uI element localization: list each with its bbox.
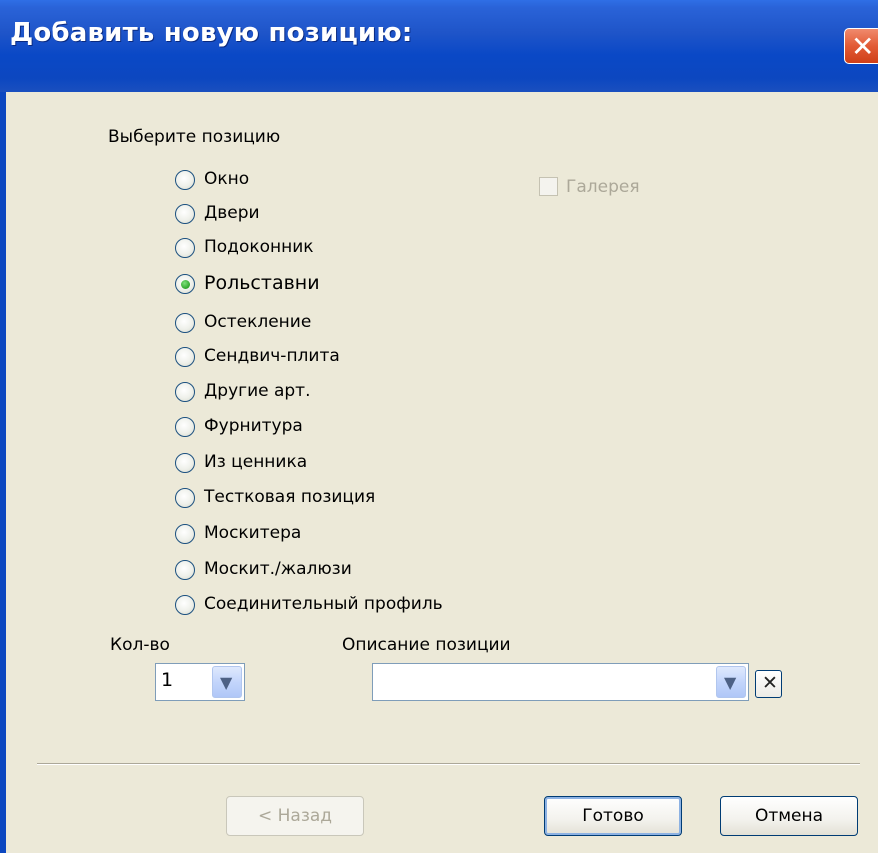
radio-button[interactable] <box>175 382 195 402</box>
radio-button[interactable] <box>175 524 195 544</box>
dialog-title: Добавить новую позицию: <box>10 18 413 48</box>
radio-button[interactable] <box>175 560 195 580</box>
clear-icon: ✕ <box>762 672 778 694</box>
radio-button[interactable] <box>175 595 195 615</box>
radio-label: Остекление <box>204 312 312 332</box>
cancel-button[interactable]: Отмена <box>720 796 858 836</box>
radio-button[interactable] <box>175 170 195 190</box>
window-border <box>0 92 6 853</box>
title-bar[interactable]: Добавить новую позицию: ✕ <box>0 0 878 92</box>
radio-label: Другие арт. <box>204 381 311 401</box>
radio-button[interactable] <box>175 488 195 508</box>
section-label: Выберите позицию <box>108 127 281 147</box>
quantity-value: 1 <box>161 669 174 691</box>
quantity-label: Кол-во <box>110 635 170 655</box>
quantity-dropdown-button[interactable]: ▼ <box>212 666 242 698</box>
back-button[interactable]: < Назад <box>226 796 364 836</box>
radio-label: Москит./жалюзи <box>204 559 352 579</box>
radio-label: Тестковая позиция <box>204 487 376 507</box>
radio-button[interactable] <box>175 417 195 437</box>
radio-label: Москитера <box>204 523 302 543</box>
radio-label: Сендвич-плита <box>204 346 340 366</box>
radio-label: Фурнитура <box>204 416 303 436</box>
clear-description-button[interactable]: ✕ <box>755 670 782 698</box>
radio-label: Подоконник <box>204 237 314 257</box>
radio-button[interactable] <box>175 347 195 367</box>
radio-button[interactable] <box>175 204 195 224</box>
close-icon: ✕ <box>851 30 875 63</box>
done-button[interactable]: Готово <box>544 796 682 836</box>
radio-label: Из ценника <box>204 452 308 472</box>
description-dropdown-button[interactable]: ▼ <box>716 666 746 698</box>
radio-button-selected[interactable] <box>175 274 195 294</box>
gallery-checkbox-label: Галерея <box>566 177 640 197</box>
radio-button[interactable] <box>175 453 195 473</box>
radio-label: Рольставни <box>204 272 320 294</box>
quantity-combobox[interactable]: 1 ▼ <box>155 663 245 701</box>
radio-button[interactable] <box>175 238 195 258</box>
separator-line <box>37 763 860 765</box>
gallery-checkbox[interactable] <box>539 177 558 196</box>
close-button[interactable]: ✕ <box>844 28 878 64</box>
chevron-down-icon: ▼ <box>220 673 233 692</box>
radio-label: Соединительный профиль <box>204 594 443 614</box>
dialog-window: Добавить новую позицию: ✕ Выберите позиц… <box>0 0 878 853</box>
radio-selected-dot <box>181 280 190 289</box>
description-label: Описание позиции <box>342 635 511 655</box>
chevron-down-icon: ▼ <box>724 673 737 692</box>
radio-label: Двери <box>204 203 260 223</box>
radio-label: Окно <box>204 169 250 189</box>
description-combobox[interactable]: ▼ <box>372 663 749 701</box>
radio-button[interactable] <box>175 313 195 333</box>
